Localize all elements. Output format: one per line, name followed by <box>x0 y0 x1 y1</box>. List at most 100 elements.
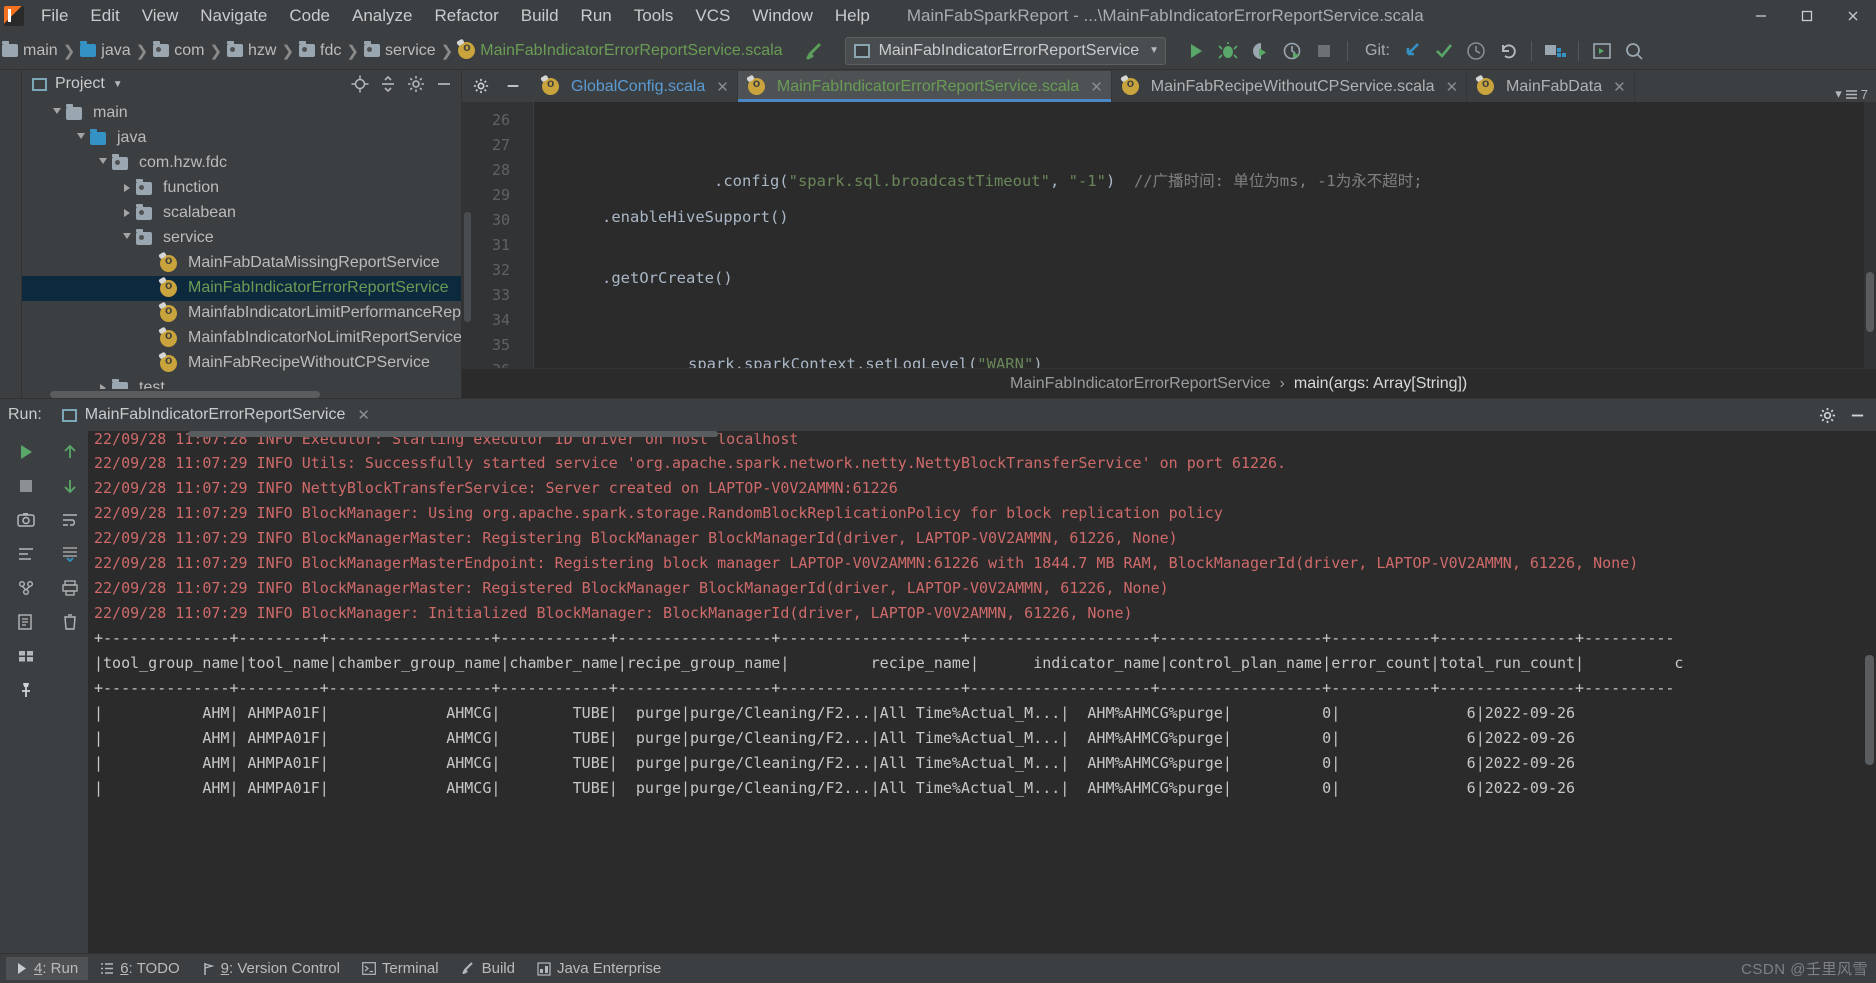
tree-node-scalabean[interactable]: scalabean <box>22 201 461 226</box>
tab-mainfabrecipewithoutcpservice-scala[interactable]: MainFabRecipeWithoutCPService.scala ✕ <box>1112 71 1468 102</box>
twisty-open-icon[interactable] <box>72 133 90 143</box>
close-icon[interactable]: ✕ <box>1445 78 1458 96</box>
tree-node-mainfabindicatornolimitreportservice[interactable]: MainfabIndicatorNoLimitReportService <box>22 326 461 351</box>
chevron-down-icon[interactable]: ▼ <box>113 79 123 90</box>
settings-icon[interactable] <box>468 74 494 98</box>
settings-icon[interactable] <box>1814 403 1840 427</box>
menu-view[interactable]: View <box>131 3 190 29</box>
run-anything-icon[interactable] <box>1586 35 1618 67</box>
run-tab[interactable]: MainFabIndicatorErrorReportService ✕ <box>61 406 370 424</box>
tree-node-service[interactable]: service <box>22 226 461 251</box>
clear-all-icon[interactable] <box>54 607 86 637</box>
close-icon[interactable]: ✕ <box>1613 78 1626 96</box>
tab-globalconfig-scala[interactable]: GlobalConfig.scala ✕ <box>532 71 738 102</box>
breadcrumb-method[interactable]: main(args: Array[String]) <box>1294 375 1467 393</box>
settings-icon[interactable] <box>403 72 429 96</box>
collapse-all-icon[interactable] <box>375 72 401 96</box>
tree-node-main[interactable]: main <box>22 101 461 126</box>
rerun-icon[interactable] <box>10 437 42 467</box>
menu-refactor[interactable]: Refactor <box>423 3 509 29</box>
console-horizontal-scrollbar-thumb[interactable] <box>188 431 718 437</box>
tab-overflow-button[interactable]: ▾ 7 <box>1827 86 1876 102</box>
editor-vertical-scrollbar[interactable] <box>1864 102 1876 368</box>
menu-run[interactable]: Run <box>570 3 623 29</box>
breadcrumb-file[interactable]: MainFabIndicatorErrorReportService.scala <box>458 40 783 60</box>
scroll-to-end-icon[interactable] <box>54 539 86 569</box>
menu-analyze[interactable]: Analyze <box>341 3 423 29</box>
console-output[interactable]: 22/09/28 11:07:28 INFO Executor: Startin… <box>88 431 1876 953</box>
minimize-button[interactable] <box>1738 0 1784 32</box>
statusbar-item-java-enterprise[interactable]: Java Enterprise <box>527 957 671 980</box>
tree-node-mainfabrecipewithoutcpservice[interactable]: MainFabRecipeWithoutCPService <box>22 351 461 376</box>
tree-node-function[interactable]: function <box>22 176 461 201</box>
statusbar-item-todo[interactable]: 6: TODO <box>90 957 189 980</box>
update-project-icon[interactable] <box>1396 35 1428 67</box>
project-tree[interactable]: main java com.hzw.fdc function scalabean… <box>22 99 461 390</box>
build-hammer-icon[interactable] <box>799 35 831 67</box>
project-tree-horizontal-scrollbar[interactable] <box>22 389 461 399</box>
code-folding-gutter[interactable] <box>520 102 534 368</box>
commit-icon[interactable] <box>1428 35 1460 67</box>
statusbar-item-terminal[interactable]: Terminal <box>352 957 449 980</box>
breadcrumb-class[interactable]: MainFabIndicatorErrorReportService <box>1010 375 1271 393</box>
soft-wrap-icon[interactable] <box>54 505 86 535</box>
tree-node-mainfabindicatorerrorreportservice[interactable]: MainFabIndicatorErrorReportService <box>22 275 461 301</box>
run-button[interactable] <box>1180 35 1212 67</box>
scrollbar-thumb[interactable] <box>1866 272 1874 332</box>
locate-icon[interactable] <box>347 72 373 96</box>
code-editor[interactable]: 26 27 28 29 30 31 32 33 34 35 36 .config… <box>462 102 1876 368</box>
breadcrumb-service[interactable]: service ❯ <box>363 41 458 60</box>
menu-tools[interactable]: Tools <box>623 3 685 29</box>
menu-navigate[interactable]: Navigate <box>189 3 278 29</box>
close-button[interactable] <box>1830 0 1876 32</box>
statusbar-item-run[interactable]: 4: Run <box>6 957 89 980</box>
close-icon[interactable]: ✕ <box>357 406 370 424</box>
menu-window[interactable]: Window <box>741 3 823 29</box>
hide-editor-icon[interactable] <box>500 74 526 98</box>
stop-button[interactable] <box>1308 35 1340 67</box>
tab-mainfabdata[interactable]: MainFabData ✕ <box>1467 71 1635 102</box>
screenshot-icon[interactable] <box>10 505 42 535</box>
menu-build[interactable]: Build <box>510 3 570 29</box>
run-with-coverage-button[interactable] <box>1244 35 1276 67</box>
tab-mainfabindicatorerrorreportservice-scala[interactable]: MainFabIndicatorErrorReportService.scala… <box>737 71 1112 102</box>
menu-help[interactable]: Help <box>824 3 881 29</box>
tree-node-mainfabindicatorlimitperformancereport[interactable]: MainfabIndicatorLimitPerformanceRepo <box>22 301 461 326</box>
close-icon[interactable]: ✕ <box>716 78 729 96</box>
hide-panel-icon[interactable] <box>1844 403 1870 427</box>
grid-icon[interactable] <box>10 641 42 671</box>
export-icon[interactable] <box>10 607 42 637</box>
project-structure-icon[interactable] <box>1539 35 1571 67</box>
up-icon[interactable] <box>54 437 86 467</box>
code-text[interactable]: .config("spark.sql.broadcastTimeout", "-… <box>534 102 1876 368</box>
run-configuration-selector[interactable]: MainFabIndicatorErrorReportService ▼ <box>844 36 1167 65</box>
menu-file[interactable]: File <box>30 3 79 29</box>
history-icon[interactable] <box>1460 35 1492 67</box>
stop-icon[interactable] <box>10 471 42 501</box>
editor-scrollbar-thumb[interactable] <box>464 212 471 322</box>
profile-button[interactable] <box>1276 35 1308 67</box>
debug-button[interactable] <box>1212 35 1244 67</box>
tree-node-java[interactable]: java <box>22 126 461 151</box>
breadcrumb-hzw[interactable]: hzw ❯ <box>227 41 299 60</box>
statusbar-item-version-control[interactable]: 9: Version Control <box>192 957 350 980</box>
tree-node-mainfabdatamissingreportservice[interactable]: MainFabDataMissingReportService <box>22 251 461 276</box>
breadcrumb-fdc[interactable]: fdc ❯ <box>299 41 364 60</box>
chevron-down-icon[interactable]: ▼ <box>1149 45 1159 56</box>
breadcrumb-com[interactable]: com ❯ <box>153 41 227 60</box>
twisty-open-icon[interactable] <box>48 108 66 118</box>
down-icon[interactable] <box>54 471 86 501</box>
scrollbar-thumb[interactable] <box>50 391 320 399</box>
hide-panel-icon[interactable] <box>431 72 457 96</box>
breadcrumb-main[interactable]: main ❯ <box>2 41 80 60</box>
statusbar-item-build[interactable]: Build <box>451 957 525 980</box>
menu-vcs[interactable]: VCS <box>684 3 741 29</box>
twisty-closed-icon[interactable] <box>118 184 136 193</box>
thread-dump-icon[interactable] <box>10 539 42 569</box>
scrollbar-thumb[interactable] <box>1865 655 1874 765</box>
menu-code[interactable]: Code <box>278 3 341 29</box>
search-everywhere-icon[interactable] <box>1618 35 1650 67</box>
rollback-icon[interactable] <box>1492 35 1524 67</box>
restore-layout-icon[interactable] <box>10 573 42 603</box>
pin-icon[interactable] <box>10 675 42 705</box>
